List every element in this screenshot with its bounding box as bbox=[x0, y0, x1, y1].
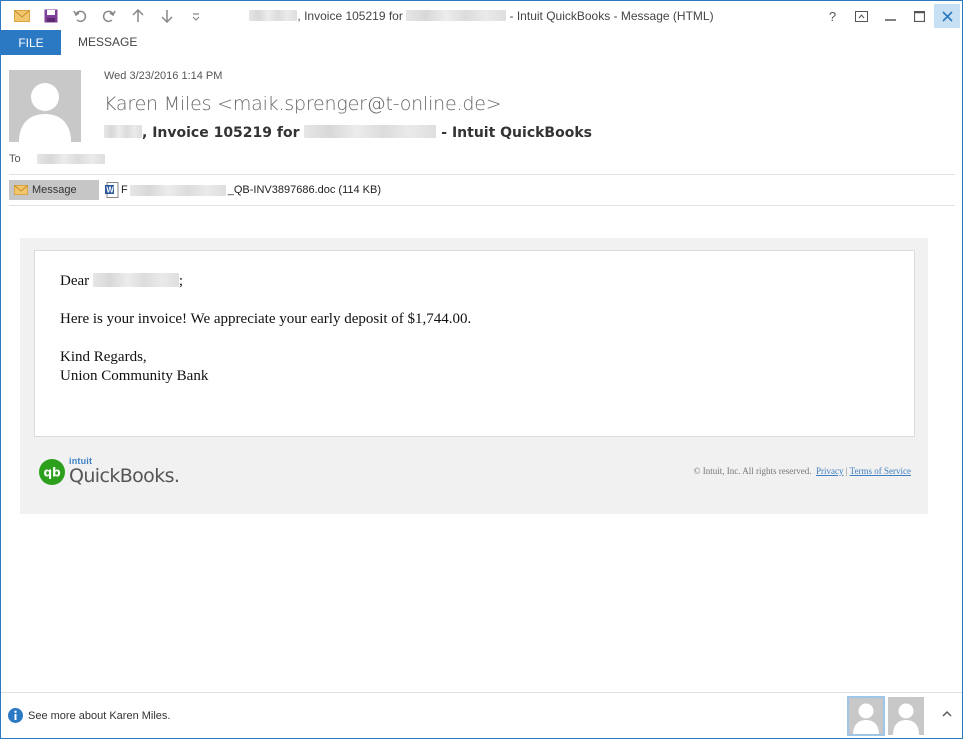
people-info[interactable]: See more about Karen Miles. bbox=[8, 708, 170, 723]
contact-avatar[interactable] bbox=[847, 696, 885, 736]
sender-name[interactable]: Karen Miles <maik.sprenger@t-online.de> bbox=[104, 93, 502, 115]
email-content-card: Dear ; Here is your invoice! We apprecia… bbox=[34, 250, 915, 437]
subject-mid: , Invoice 105219 for bbox=[142, 125, 300, 141]
logo-quickbooks: QuickBooks. bbox=[69, 465, 180, 487]
to-row: To bbox=[9, 153, 105, 165]
redacted-text bbox=[249, 10, 298, 22]
greeting-prefix: Dear bbox=[60, 273, 90, 289]
divider bbox=[9, 174, 955, 175]
message-button-label: Message bbox=[32, 184, 77, 196]
tab-message[interactable]: MESSAGE bbox=[78, 30, 137, 55]
attachment-doc[interactable]: W F _QB-INV3897686.doc (114 KB) bbox=[105, 182, 381, 198]
window-controls: ? bbox=[818, 1, 962, 31]
divider bbox=[9, 205, 955, 206]
subject-end: - Intuit QuickBooks bbox=[441, 125, 592, 141]
help-button[interactable]: ? bbox=[818, 1, 847, 31]
title-suffix: - Intuit QuickBooks - Message (HTML) bbox=[509, 9, 714, 23]
redacted-text bbox=[92, 273, 179, 288]
outlook-message-window: , Invoice 105219 for - Intuit QuickBooks… bbox=[0, 0, 963, 739]
redacted-text bbox=[104, 125, 142, 138]
body-line: Here is your invoice! We appreciate your… bbox=[60, 311, 472, 327]
greeting: Dear ; bbox=[60, 273, 183, 290]
minimize-button[interactable] bbox=[876, 1, 905, 31]
tab-file[interactable]: FILE bbox=[1, 30, 61, 55]
ribbon-display-options-button[interactable] bbox=[847, 1, 876, 31]
close-button[interactable] bbox=[934, 4, 960, 28]
sender-avatar[interactable] bbox=[9, 70, 81, 142]
to-label: To bbox=[9, 153, 21, 165]
svg-text:qb: qb bbox=[44, 465, 62, 479]
word-doc-icon: W bbox=[105, 182, 119, 198]
attachment-bar: Message W F _QB-INV3897686.doc (114 KB) bbox=[9, 180, 381, 200]
title-prefix: , Invoice 105219 for bbox=[297, 9, 403, 23]
people-pane: See more about Karen Miles. bbox=[1, 692, 962, 738]
redacted-recipient[interactable] bbox=[36, 154, 105, 164]
signature: Union Community Bank bbox=[60, 368, 209, 384]
copyright-text: © Intuit, Inc. All rights reserved. bbox=[693, 466, 812, 476]
footer-legal: © Intuit, Inc. All rights reserved. Priv… bbox=[694, 466, 911, 476]
sent-date: Wed 3/23/2016 1:14 PM bbox=[104, 70, 223, 82]
greeting-suffix: ; bbox=[178, 273, 184, 289]
privacy-link[interactable]: Privacy bbox=[816, 466, 844, 476]
ribbon-tabs: FILE MESSAGE bbox=[1, 30, 962, 55]
attachment-name-first: F bbox=[121, 184, 128, 196]
closing: Kind Regards, bbox=[60, 349, 147, 365]
title-bar: , Invoice 105219 for - Intuit QuickBooks… bbox=[1, 1, 962, 31]
message-subject: , Invoice 105219 for - Intuit QuickBooks bbox=[104, 125, 592, 141]
quickbooks-icon: qb bbox=[39, 458, 65, 485]
redacted-text bbox=[406, 10, 507, 22]
redacted-text bbox=[129, 184, 226, 196]
chevron-up-icon[interactable] bbox=[942, 709, 952, 721]
people-info-text: See more about Karen Miles. bbox=[28, 709, 171, 722]
svg-text:W: W bbox=[106, 186, 114, 195]
envelope-icon bbox=[14, 185, 28, 195]
redacted-text bbox=[304, 125, 437, 138]
terms-of-service-link[interactable]: Terms of Service bbox=[850, 466, 911, 476]
people-avatars bbox=[847, 696, 924, 736]
contact-avatar[interactable] bbox=[888, 697, 924, 735]
message-button[interactable]: Message bbox=[9, 180, 99, 200]
attachment-name-suffix: _QB-INV3897686.doc (114 KB) bbox=[227, 184, 382, 196]
maximize-button[interactable] bbox=[905, 1, 934, 31]
link-separator: | bbox=[845, 466, 848, 476]
info-icon bbox=[8, 708, 23, 723]
quickbooks-logo: qb intuit QuickBooks. bbox=[39, 457, 180, 487]
